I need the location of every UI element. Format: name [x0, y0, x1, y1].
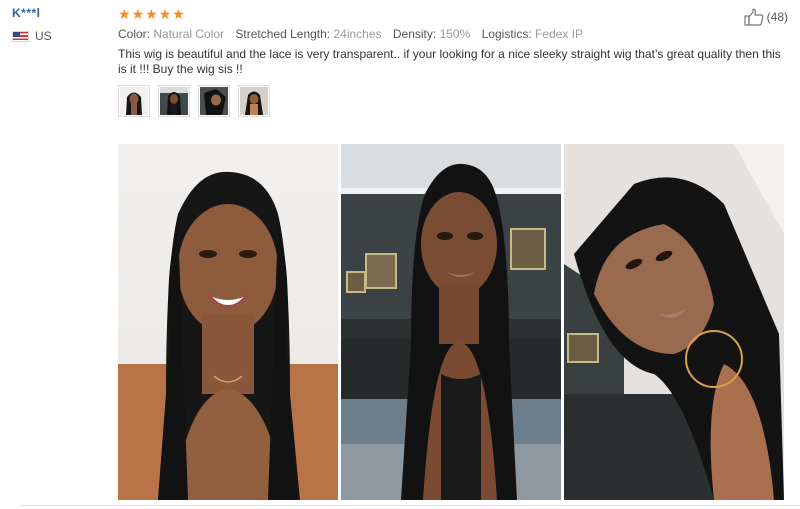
star-icon: ★	[145, 6, 158, 22]
review-photo[interactable]	[564, 144, 784, 500]
attr-logistics: Logistics: Fedex IP	[482, 27, 583, 41]
review-thumbnail[interactable]	[238, 85, 270, 117]
review-thumbnail[interactable]	[198, 85, 230, 117]
review-photo-image	[564, 144, 784, 500]
review-photo[interactable]	[118, 144, 338, 500]
thumbnail-image	[120, 87, 148, 115]
helpful-button[interactable]: (48)	[744, 8, 788, 26]
attr-value: Natural Color	[153, 27, 225, 41]
thumbnail-image	[240, 87, 268, 115]
review-photos	[118, 144, 784, 500]
attr-label: Logistics:	[481, 27, 532, 41]
star-icon: ★	[172, 6, 185, 22]
attr-label: Stretched Length:	[235, 27, 331, 41]
review-text: This wig is beautiful and the lace is ve…	[118, 47, 781, 76]
attr-value: 24inches	[333, 27, 382, 41]
reviewer-info: K***l US	[12, 6, 107, 43]
attr-value: 150%	[439, 27, 471, 41]
review-thumbnail[interactable]	[118, 85, 150, 117]
review-thumbnail[interactable]	[158, 85, 190, 117]
attr-color: Color: Natural Color	[118, 27, 227, 41]
thumbs-up-icon	[744, 8, 763, 26]
country-label: US	[35, 29, 52, 43]
attr-length: Stretched Length: 24inches	[235, 27, 384, 41]
reviewer-country: US	[12, 29, 107, 43]
attr-label: Color:	[118, 27, 151, 41]
us-flag-icon	[12, 30, 29, 42]
star-rating: ★ ★ ★ ★ ★	[118, 6, 790, 22]
attr-density: Density: 150%	[393, 27, 474, 41]
reviewer-name[interactable]: K***l	[12, 6, 107, 20]
review-content: ★ ★ ★ ★ ★ Color: Natural Color Stretched Len…	[118, 6, 790, 117]
likes-count: (48)	[766, 10, 788, 24]
star-icon: ★	[118, 6, 131, 22]
divider	[20, 505, 800, 506]
review-photo-image	[341, 144, 561, 500]
star-icon: ★	[131, 6, 145, 22]
review-photo[interactable]	[341, 144, 561, 500]
review-photo-image	[118, 144, 338, 500]
review-thumbnails	[118, 85, 790, 117]
star-icon: ★	[158, 6, 172, 22]
thumbnail-image	[200, 87, 228, 115]
attr-label: Density:	[392, 27, 437, 41]
attr-value: Fedex IP	[535, 27, 584, 41]
thumbnail-image	[160, 87, 188, 115]
order-attributes: Color: Natural Color Stretched Length: 2…	[118, 27, 790, 41]
